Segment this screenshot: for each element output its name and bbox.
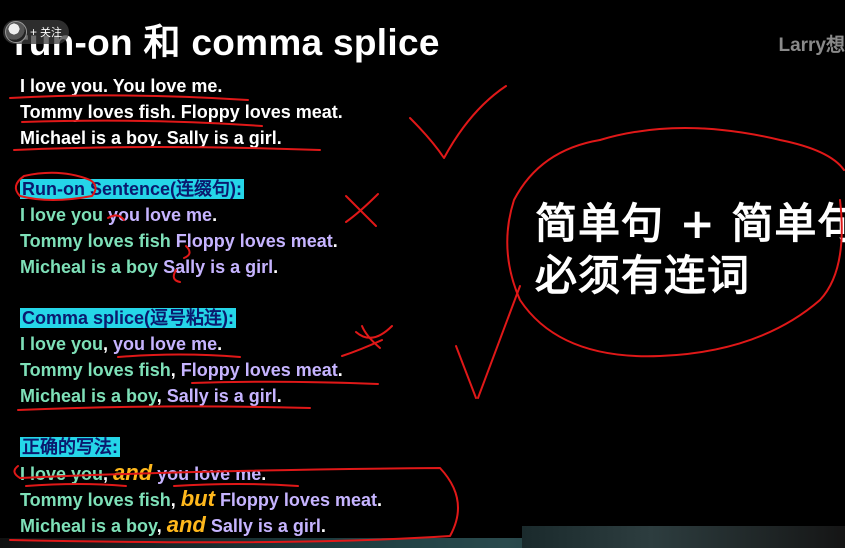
check-mark — [409, 85, 507, 159]
avatar[interactable] — [5, 21, 27, 43]
comma: , — [103, 464, 114, 484]
runon-line: I love you you love me. — [20, 204, 217, 226]
runon-header-word: Run-on — [22, 179, 85, 199]
slide-title: run-on 和 comma splice — [14, 22, 440, 63]
marker-stroke — [341, 339, 383, 357]
proper-header-box: 正确的写法: — [20, 437, 120, 457]
arrow-stroke — [477, 285, 521, 399]
example-line: I love you. You love me. — [20, 76, 223, 96]
clause-b: you love me — [103, 205, 213, 225]
x-mark — [361, 325, 381, 349]
clause-b: Sally is a girl — [166, 386, 277, 406]
runon-line: Tommy loves fish Floppy loves meat. — [20, 230, 338, 252]
x-mark — [355, 325, 393, 339]
conjunction: and — [166, 512, 206, 537]
comma: , — [156, 386, 167, 406]
x-mark — [345, 193, 379, 223]
period: . — [332, 231, 338, 251]
clause-b: Floppy loves meat — [180, 360, 338, 380]
clause-a: I love you — [20, 205, 104, 225]
clause-a: I love you — [20, 464, 104, 484]
period: . — [337, 360, 343, 380]
example-line: Tommy loves fish. Floppy loves meat. — [20, 102, 343, 122]
period: . — [320, 516, 326, 536]
period: . — [217, 334, 223, 354]
proper-header: 正确的写法: — [20, 436, 120, 458]
splice-line: Micheal is a boy, Sally is a girl. — [20, 385, 282, 407]
video-thumbnail-strip — [522, 526, 845, 548]
proper-line: Micheal is a boy, and Sally is a girl. — [20, 512, 326, 537]
clause-a: Tommy loves fish — [20, 490, 171, 510]
follow-button[interactable]: + 关注 — [3, 20, 70, 44]
comma: , — [170, 490, 181, 510]
clause-a: Tommy loves fish — [20, 231, 171, 251]
runon-header-box: Run-on Sentence(连缀句): — [20, 179, 245, 199]
runon-header: Run-on Sentence(连缀句): — [20, 178, 245, 200]
runon-header-rest: Sentence(连缀句): — [84, 179, 243, 199]
underline-stroke — [191, 380, 379, 385]
clause-b: you love me — [152, 464, 262, 484]
conjunction: but — [180, 486, 215, 511]
clause-b: Sally is a girl — [205, 516, 321, 536]
arrow-stroke — [455, 345, 477, 399]
plus-icon: + — [30, 25, 38, 39]
follow-label: 关注 — [40, 27, 63, 39]
clause-b: you love me — [113, 334, 218, 354]
period: . — [212, 205, 218, 225]
clause-b: Floppy loves meat — [214, 490, 377, 510]
comma: , — [156, 516, 167, 536]
splice-header-box: Comma splice(逗号粘连): — [20, 308, 237, 328]
period: . — [276, 386, 282, 406]
proper-line: Tommy loves fish, but Floppy loves meat. — [20, 486, 382, 511]
x-mark — [345, 195, 377, 227]
clause-b: Sally is a girl — [158, 257, 274, 277]
comma: , — [170, 360, 181, 380]
rule-note-line2: 必须有连词 — [535, 251, 751, 300]
comma: , — [103, 334, 114, 354]
splice-line: Tommy loves fish, Floppy loves meat. — [20, 359, 343, 381]
period: . — [376, 490, 382, 510]
underline-stroke — [25, 483, 127, 487]
clause-b: Floppy loves meat — [170, 231, 333, 251]
example-line: Michael is a boy. Sally is a girl. — [20, 128, 282, 148]
runon-line: Micheal is a boy Sally is a girl. — [20, 256, 278, 278]
period: . — [273, 257, 279, 277]
splice-header: Comma splice(逗号粘连): — [20, 307, 237, 329]
splice-line: I love you, you love me. — [20, 333, 222, 355]
proper-line: I love you, and you love me. — [20, 460, 267, 485]
clause-a: Micheal is a boy — [20, 516, 157, 536]
watermark: Larry想 — [778, 35, 845, 56]
period: . — [261, 464, 267, 484]
clause-a: Tommy loves fish — [20, 360, 171, 380]
conjunction: and — [113, 460, 153, 485]
clause-a: Micheal is a boy — [20, 386, 157, 406]
clause-a: Micheal is a boy — [20, 257, 159, 277]
lasso-mark — [599, 127, 845, 171]
clause-a: I love you — [20, 334, 104, 354]
